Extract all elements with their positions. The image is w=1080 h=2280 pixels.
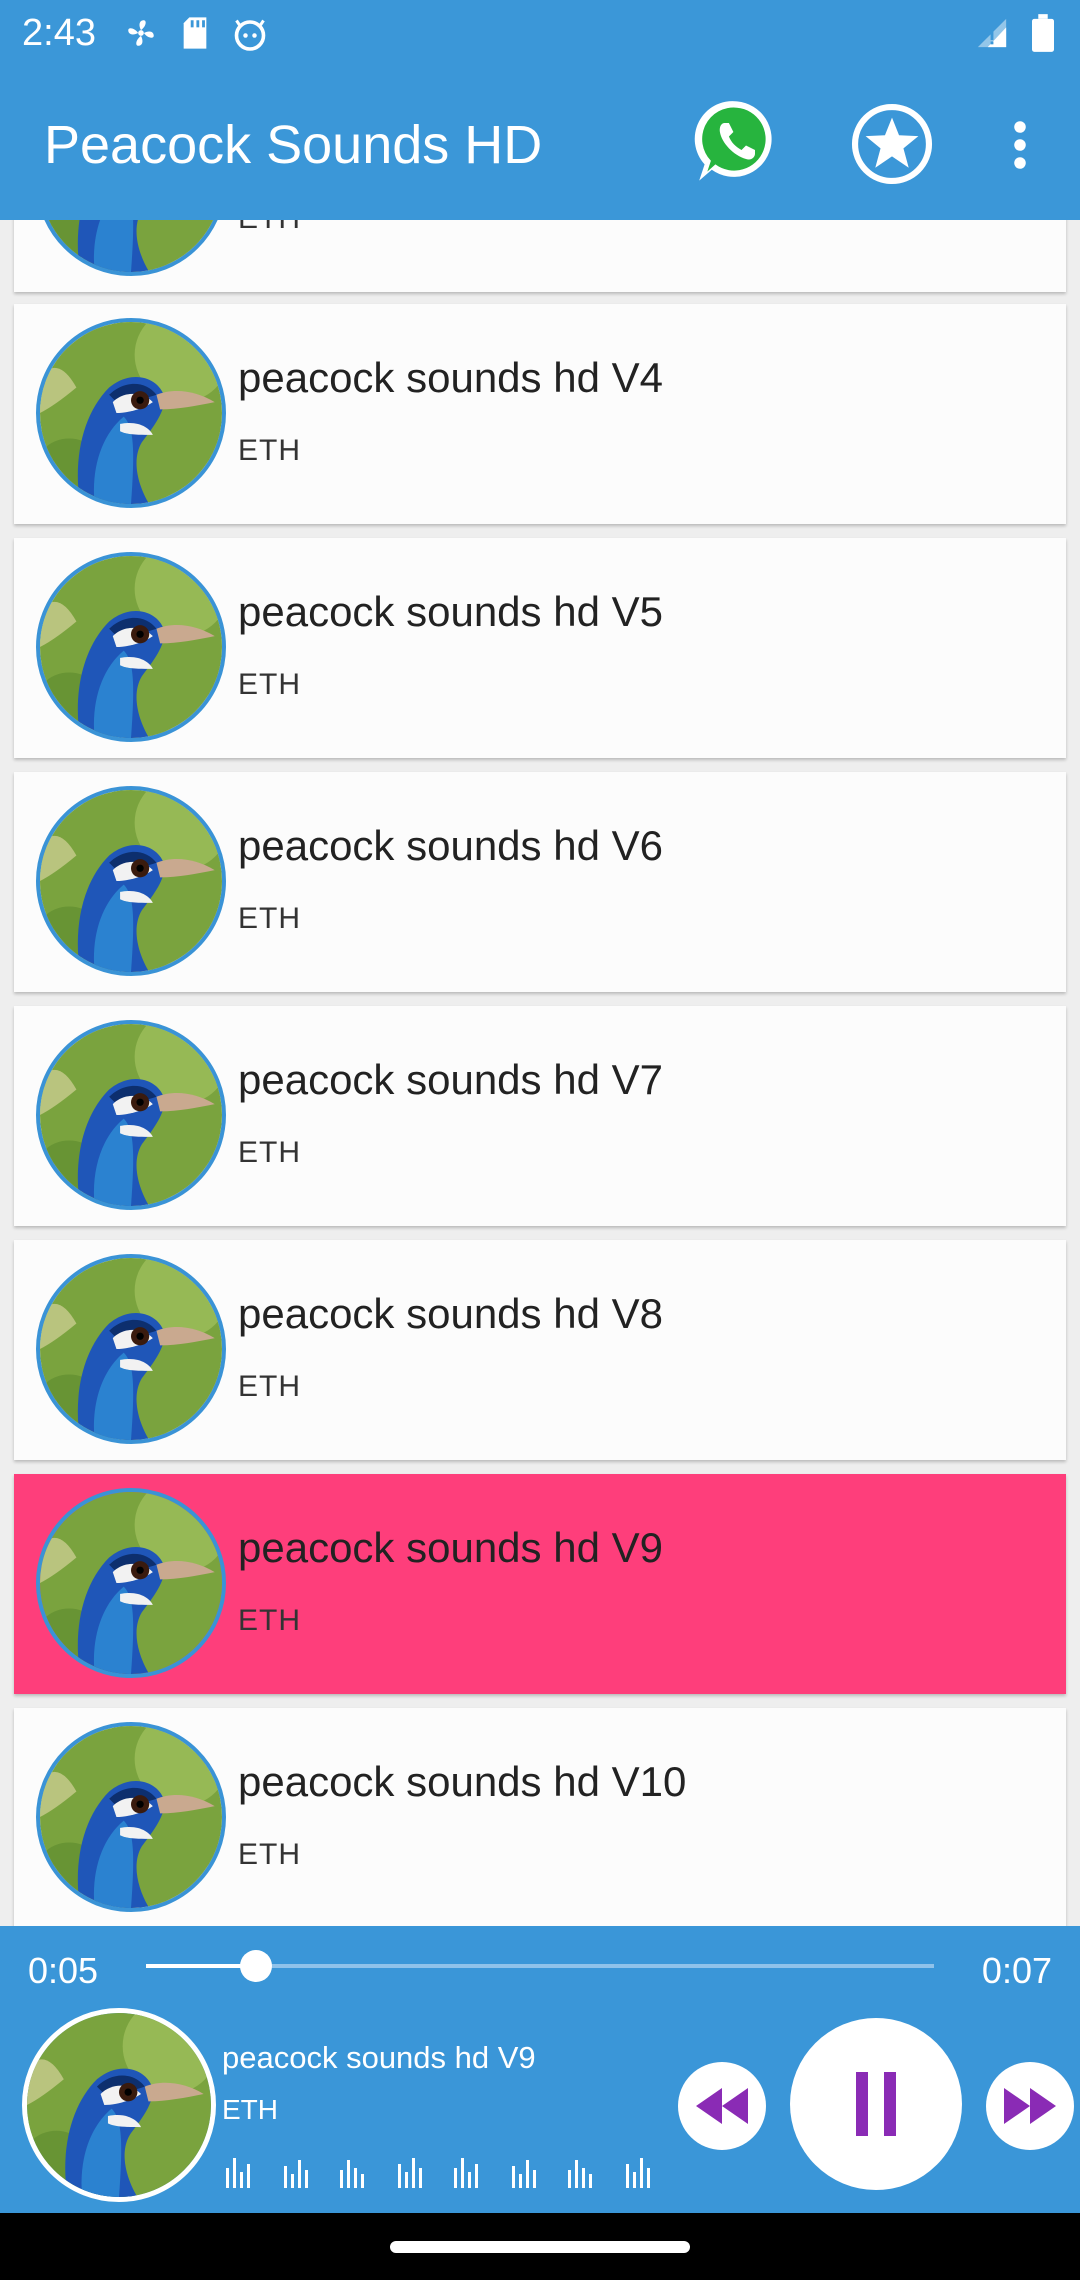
equalizer-icon bbox=[226, 2158, 650, 2188]
track-row-v9-selected[interactable]: peacock sounds hd V9 ETH bbox=[14, 1474, 1066, 1694]
track-artist: ETH bbox=[238, 668, 301, 701]
track-row-v8[interactable]: peacock sounds hd V8 ETH bbox=[14, 1240, 1066, 1460]
status-time: 2:43 bbox=[22, 12, 96, 54]
current-time: 0:05 bbox=[28, 1950, 99, 1991]
track-list[interactable]: ETH peacock sounds hd V4 ETH peacock sou… bbox=[0, 220, 1080, 1926]
track-artist: ETH bbox=[238, 434, 301, 467]
now-playing-artist: ETH bbox=[222, 2094, 278, 2125]
app-title: Peacock Sounds HD bbox=[44, 115, 543, 175]
peacock-thumbnail bbox=[36, 786, 226, 976]
track-title: peacock sounds hd V4 bbox=[238, 354, 663, 401]
peacock-thumbnail bbox=[36, 1020, 226, 1210]
more-vert-icon[interactable] bbox=[1000, 118, 1040, 172]
status-bar: 2:43 bbox=[0, 0, 1080, 70]
seek-bar[interactable] bbox=[146, 1950, 934, 1982]
now-playing-title: peacock sounds hd V9 bbox=[222, 2040, 536, 2075]
whatsapp-icon[interactable] bbox=[692, 96, 782, 186]
track-row-v4[interactable]: peacock sounds hd V4 ETH bbox=[14, 304, 1066, 524]
battery-icon bbox=[1032, 14, 1054, 57]
now-playing-artwork bbox=[22, 2008, 216, 2202]
track-artist: ETH bbox=[238, 220, 301, 236]
track-title: peacock sounds hd V8 bbox=[238, 1290, 663, 1337]
player-panel: 0:05 0:07 peacock sounds hd V9 ETH bbox=[0, 1926, 1080, 2213]
star-icon[interactable] bbox=[848, 100, 936, 188]
home-gesture-handle[interactable] bbox=[390, 2241, 690, 2253]
fast-forward-icon bbox=[1004, 2088, 1056, 2124]
android-face-icon bbox=[232, 16, 268, 57]
duration: 0:07 bbox=[981, 1950, 1052, 1991]
peacock-thumbnail bbox=[36, 220, 226, 276]
track-title: peacock sounds hd V10 bbox=[238, 1758, 687, 1805]
rewind-icon bbox=[696, 2088, 748, 2124]
app-bar: Peacock Sounds HD bbox=[0, 70, 1080, 220]
track-artist: ETH bbox=[238, 1604, 301, 1637]
pause-icon bbox=[856, 2072, 896, 2136]
fast-forward-button[interactable] bbox=[986, 2062, 1074, 2150]
track-row-v10[interactable]: peacock sounds hd V10 ETH bbox=[14, 1708, 1066, 1926]
track-artist: ETH bbox=[238, 902, 301, 935]
peacock-thumbnail bbox=[36, 1488, 226, 1678]
track-row-v7[interactable]: peacock sounds hd V7 ETH bbox=[14, 1006, 1066, 1226]
track-artist: ETH bbox=[238, 1370, 301, 1403]
peacock-thumbnail bbox=[36, 318, 226, 508]
peacock-thumbnail bbox=[36, 1254, 226, 1444]
peacock-thumbnail bbox=[36, 552, 226, 742]
track-row-partial[interactable]: ETH bbox=[14, 220, 1066, 292]
fan-icon bbox=[124, 16, 158, 57]
peacock-thumbnail bbox=[36, 1722, 226, 1912]
rewind-button[interactable] bbox=[678, 2062, 766, 2150]
navigation-bar bbox=[0, 2213, 1080, 2280]
track-title: peacock sounds hd V5 bbox=[238, 588, 663, 635]
track-title: peacock sounds hd V7 bbox=[238, 1056, 663, 1103]
track-artist: ETH bbox=[238, 1136, 301, 1169]
track-artist: ETH bbox=[238, 1838, 301, 1871]
sd-card-icon bbox=[180, 16, 210, 57]
signal-icon bbox=[974, 16, 1010, 55]
track-title: peacock sounds hd V9 bbox=[238, 1524, 663, 1571]
track-row-v5[interactable]: peacock sounds hd V5 ETH bbox=[14, 538, 1066, 758]
track-row-v6[interactable]: peacock sounds hd V6 ETH bbox=[14, 772, 1066, 992]
seek-thumb[interactable] bbox=[240, 1950, 273, 1982]
pause-button[interactable] bbox=[790, 2018, 962, 2190]
track-title: peacock sounds hd V6 bbox=[238, 822, 663, 869]
